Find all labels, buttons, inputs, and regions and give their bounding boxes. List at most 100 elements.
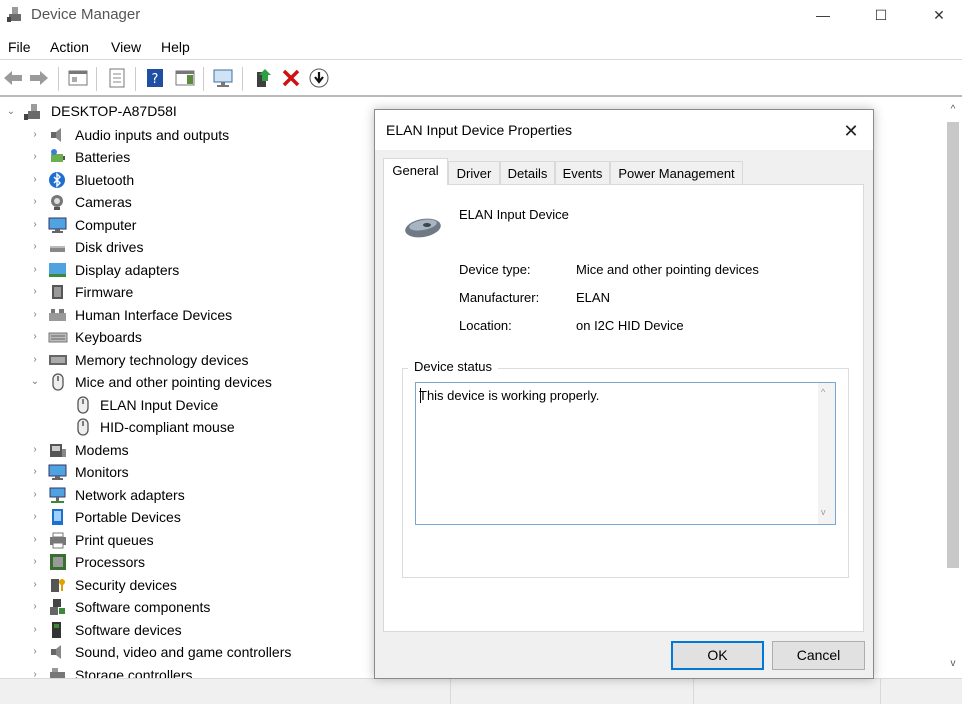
dialog-close-button[interactable]: ✕ xyxy=(837,118,865,144)
scan-hardware-icon[interactable] xyxy=(212,67,234,89)
action-pane-icon[interactable] xyxy=(174,67,196,89)
device-status-text: This device is working properly. xyxy=(419,388,600,403)
tree-category-label: Bluetooth xyxy=(75,172,135,188)
chevron-right-icon[interactable]: › xyxy=(30,242,40,252)
chevron-right-icon[interactable]: › xyxy=(30,197,40,207)
properties-dialog: ELAN Input Device Properties ✕ General D… xyxy=(374,109,874,679)
location-label: Location: xyxy=(459,318,512,333)
tree-category-label: Software devices xyxy=(75,622,182,638)
chevron-right-icon[interactable]: › xyxy=(30,310,40,320)
tab-details[interactable]: Details xyxy=(500,161,555,184)
status-scrollbar[interactable]: ^ v xyxy=(818,383,835,524)
chevron-right-icon[interactable]: › xyxy=(30,152,40,162)
title-bar: Device Manager — ☐ ✕ xyxy=(0,0,962,30)
tree-category-label: Firmware xyxy=(75,284,134,300)
disk-icon xyxy=(50,246,65,252)
properties-icon[interactable] xyxy=(106,67,128,89)
chevron-right-icon[interactable]: › xyxy=(30,512,40,522)
chevron-right-icon[interactable]: › xyxy=(30,287,40,297)
back-icon[interactable] xyxy=(2,67,24,89)
ok-button[interactable]: OK xyxy=(671,641,764,670)
device-status-textbox[interactable]: This device is working properly. ^ v xyxy=(415,382,836,525)
scroll-up-icon[interactable]: ^ xyxy=(947,104,959,115)
tree-category-label: Cameras xyxy=(75,194,132,210)
tab-driver[interactable]: Driver xyxy=(448,161,500,184)
maximize-button[interactable]: ☐ xyxy=(852,0,910,30)
tree-device-label: HID-compliant mouse xyxy=(100,419,235,435)
tree-category-label: Processors xyxy=(75,554,146,570)
security-icon xyxy=(51,579,65,592)
minimize-button[interactable]: — xyxy=(794,0,852,30)
chevron-right-icon[interactable]: › xyxy=(30,130,40,140)
dialog-title-bar: ELAN Input Device Properties ✕ xyxy=(375,110,873,150)
chevron-right-icon[interactable]: › xyxy=(30,445,40,455)
tree-category-label: Portable Devices xyxy=(75,509,181,525)
manufacturer-label: Manufacturer: xyxy=(459,290,540,305)
chevron-right-icon[interactable]: › xyxy=(30,602,40,612)
mouse-icon xyxy=(52,373,64,391)
chevron-right-icon[interactable]: › xyxy=(30,175,40,185)
chevron-right-icon[interactable]: › xyxy=(30,490,40,500)
component-icon xyxy=(50,599,65,615)
cancel-button[interactable]: Cancel xyxy=(772,641,865,670)
monitor-icon xyxy=(48,464,67,480)
toolbar: ? xyxy=(0,61,962,97)
chevron-right-icon[interactable]: › xyxy=(30,265,40,275)
tree-category-label: Batteries xyxy=(75,149,131,165)
close-button[interactable]: ✕ xyxy=(910,0,962,30)
tree-scrollbar[interactable]: ^ v xyxy=(944,100,962,678)
status-scroll-down-icon[interactable]: v xyxy=(821,507,826,517)
software-device-icon xyxy=(52,622,61,638)
show-hide-tree-icon[interactable] xyxy=(67,67,89,89)
monitor-icon xyxy=(48,217,67,233)
chevron-right-icon[interactable]: › xyxy=(30,625,40,635)
status-scroll-up-icon[interactable]: ^ xyxy=(821,387,825,397)
chevron-right-icon[interactable]: › xyxy=(30,332,40,342)
chevron-right-icon[interactable]: › xyxy=(30,647,40,657)
chevron-right-icon[interactable]: › xyxy=(30,355,40,365)
tree-root-label: DESKTOP-A87D58I xyxy=(51,103,177,119)
tab-general[interactable]: General xyxy=(383,158,448,185)
device-type-value: Mice and other pointing devices xyxy=(576,262,759,277)
speaker-icon xyxy=(51,128,61,142)
uninstall-icon[interactable] xyxy=(280,67,302,89)
tab-power-management[interactable]: Power Management xyxy=(610,161,743,184)
scroll-thumb[interactable] xyxy=(947,122,959,568)
chevron-right-icon[interactable]: › xyxy=(30,670,40,679)
chevron-right-icon[interactable]: › xyxy=(30,557,40,567)
chevron-right-icon[interactable]: › xyxy=(30,580,40,590)
printer-icon xyxy=(50,532,66,549)
tree-category-label: Mice and other pointing devices xyxy=(75,374,272,390)
chevron-right-icon[interactable]: › xyxy=(30,467,40,477)
chevron-right-icon[interactable]: › xyxy=(30,220,40,230)
battery-icon xyxy=(51,149,65,162)
mouse-device-icon xyxy=(405,218,441,238)
tree-category-label: Storage controllers xyxy=(75,667,193,678)
tree-category-label: Audio inputs and outputs xyxy=(75,127,230,143)
menu-file[interactable]: File xyxy=(8,39,31,55)
download-icon[interactable] xyxy=(308,67,330,89)
tree-category-label: Human Interface Devices xyxy=(75,307,233,323)
tree-category-label: Keyboards xyxy=(75,329,142,345)
update-driver-icon[interactable] xyxy=(252,67,274,89)
chip-icon xyxy=(52,285,63,299)
chevron-right-icon[interactable]: › xyxy=(30,535,40,545)
chevron-down-icon[interactable]: ⌄ xyxy=(30,377,40,387)
storage-icon xyxy=(50,668,65,678)
scroll-down-icon[interactable]: v xyxy=(947,658,959,669)
mouse-icon xyxy=(77,418,89,436)
tree-category-label: Monitors xyxy=(75,464,129,480)
menu-view[interactable]: View xyxy=(111,39,141,55)
chevron-down-icon[interactable]: ⌄ xyxy=(6,107,16,117)
tab-events[interactable]: Events xyxy=(555,161,610,184)
forward-icon[interactable] xyxy=(28,67,50,89)
memory-icon xyxy=(49,355,67,365)
manufacturer-value: ELAN xyxy=(576,290,610,305)
location-value: on I2C HID Device xyxy=(576,318,684,333)
window-title: Device Manager xyxy=(31,6,141,23)
tree-device-label: ELAN Input Device xyxy=(100,397,219,413)
speaker-icon xyxy=(51,645,61,659)
menu-action[interactable]: Action xyxy=(50,39,89,55)
help-icon[interactable]: ? xyxy=(144,67,166,89)
menu-help[interactable]: Help xyxy=(161,39,190,55)
